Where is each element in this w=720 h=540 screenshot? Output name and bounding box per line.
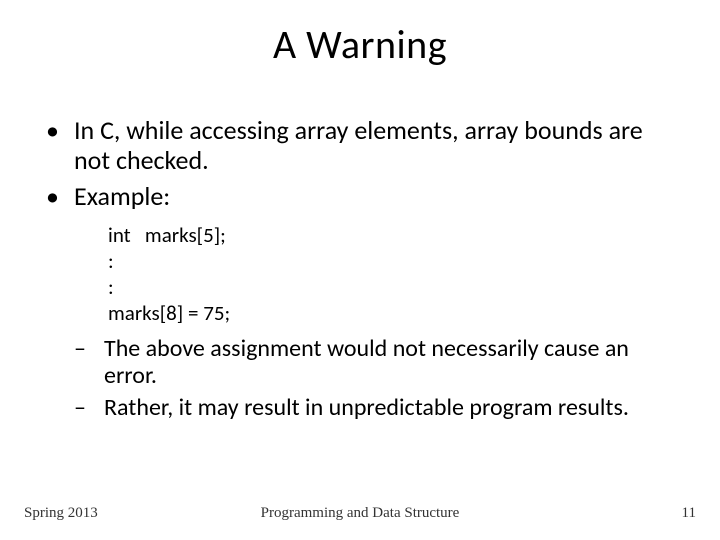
slide-title: A Warning	[0, 20, 720, 69]
code-line: int marks[5];	[108, 222, 680, 248]
bullet-text: In C, while accessing array elements, ar…	[74, 116, 680, 176]
code-block: int marks[5]; : : marks[8] = 75;	[108, 222, 680, 327]
slide: A Warning • In C, while accessing array …	[0, 0, 720, 540]
bullet-marker: •	[46, 182, 74, 212]
sub-bullet-item: – Rather, it may result in unpredictable…	[74, 394, 680, 422]
footer-center: Programming and Data Structure	[0, 505, 720, 522]
bullet-marker: –	[74, 335, 104, 390]
bullet-item: • In C, while accessing array elements, …	[46, 116, 680, 176]
sub-bullet-item: – The above assignment would not necessa…	[74, 335, 680, 390]
bullet-marker: •	[46, 116, 74, 176]
sub-bullet-text: Rather, it may result in unpredictable p…	[104, 394, 680, 422]
code-line: :	[108, 274, 680, 300]
code-line: marks[8] = 75;	[108, 300, 680, 326]
bullet-item: • Example:	[46, 182, 680, 212]
footer-page-number: 11	[682, 505, 696, 522]
code-line: :	[108, 248, 680, 274]
sub-bullet-text: The above assignment would not necessari…	[104, 335, 680, 390]
content-area: • In C, while accessing array elements, …	[46, 116, 680, 425]
bullet-marker: –	[74, 394, 104, 422]
bullet-text: Example:	[74, 182, 680, 212]
